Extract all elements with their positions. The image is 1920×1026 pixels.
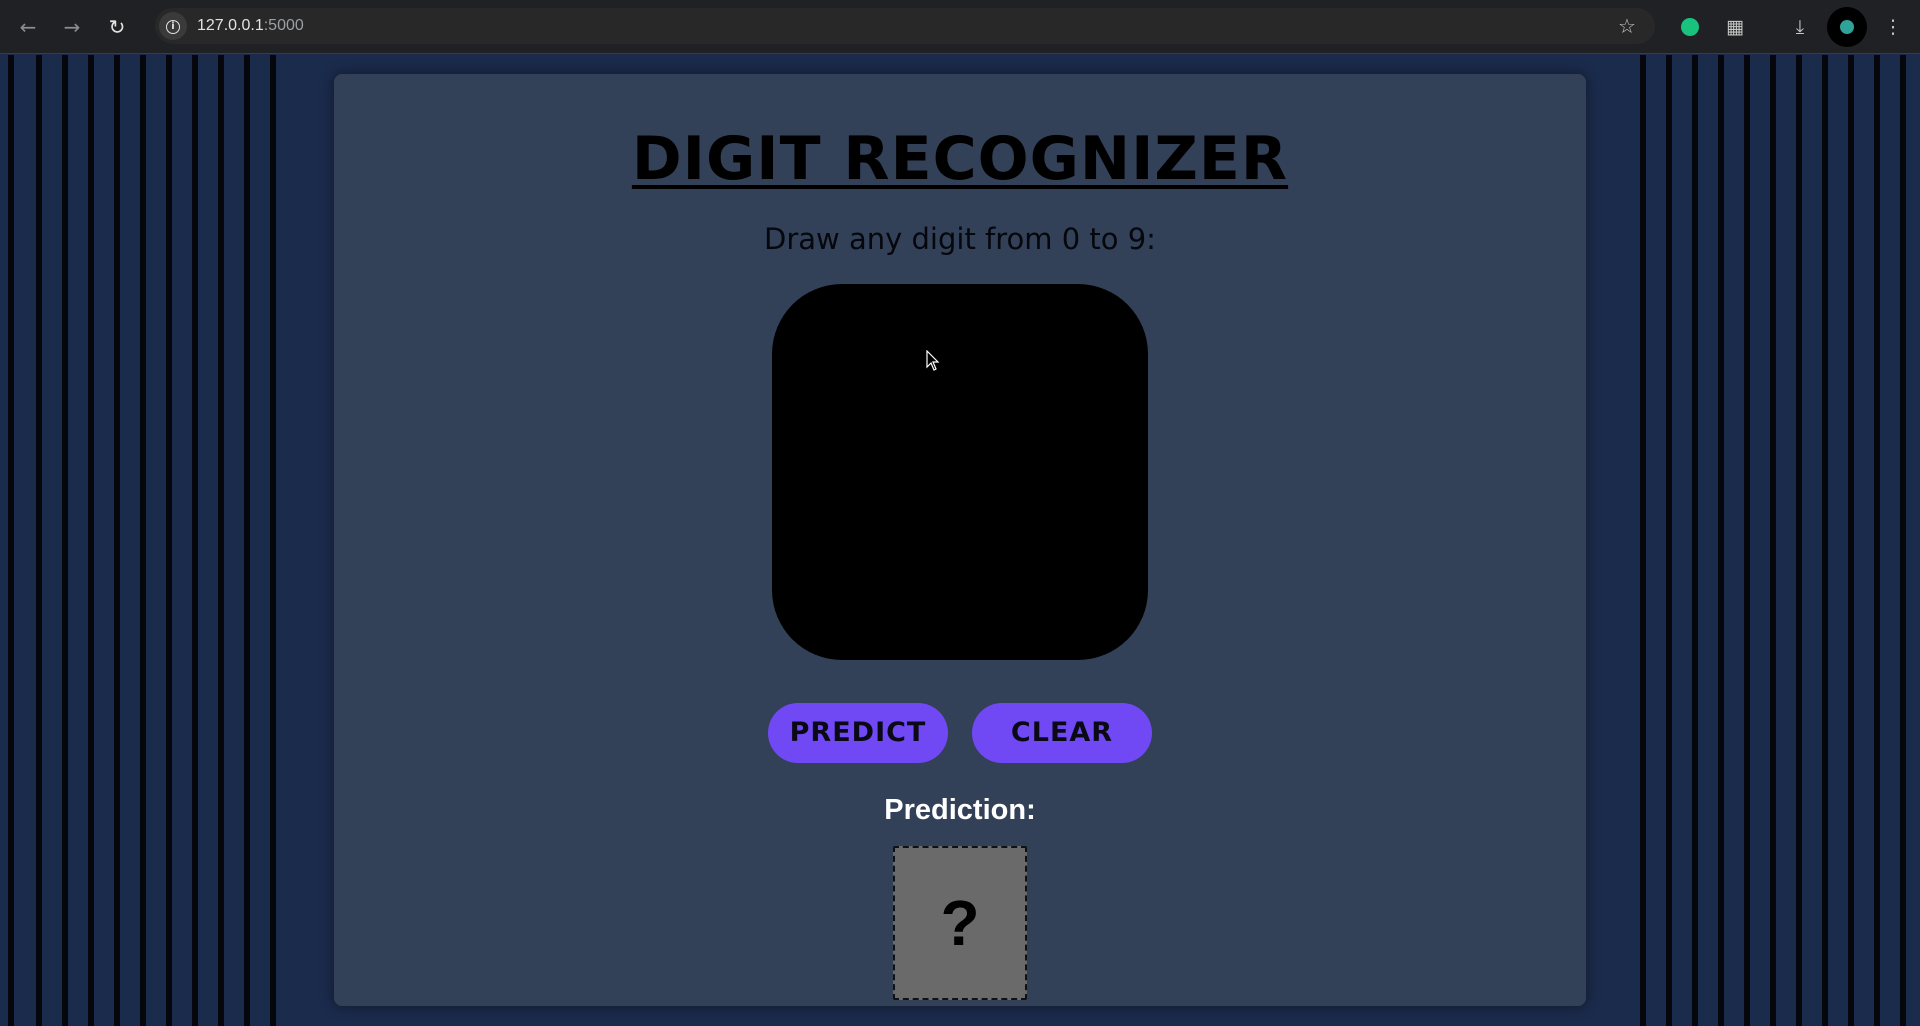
page-background: DIGIT RECOGNIZER Draw any digit from 0 t… <box>0 55 1920 1026</box>
background-stripe <box>1874 55 1880 1026</box>
background-stripe <box>1796 55 1802 1026</box>
background-stripe <box>270 55 276 1026</box>
forward-icon[interactable]: → <box>58 13 86 41</box>
kebab-menu-icon[interactable]: ⋮ <box>1879 13 1907 41</box>
background-stripe <box>1822 55 1828 1026</box>
site-info-icon[interactable]: i <box>159 12 187 40</box>
background-stripe <box>1848 55 1854 1026</box>
background-stripe <box>88 55 94 1026</box>
clear-button[interactable]: CLEAR <box>972 703 1152 763</box>
background-stripe <box>62 55 68 1026</box>
back-icon[interactable]: ← <box>14 13 42 41</box>
background-stripe <box>1900 55 1906 1026</box>
instruction-text: Draw any digit from 0 to 9: <box>764 222 1156 256</box>
main-card: DIGIT RECOGNIZER Draw any digit from 0 t… <box>334 74 1586 1006</box>
background-stripe <box>1718 55 1724 1026</box>
background-stripe <box>1666 55 1672 1026</box>
background-stripe <box>192 55 198 1026</box>
chatgpt-extension-icon[interactable] <box>1676 13 1704 41</box>
url-text[interactable]: 127.0.0.1:5000 <box>197 8 304 44</box>
reload-icon[interactable]: ↻ <box>103 13 131 41</box>
drawing-canvas[interactable] <box>772 284 1148 660</box>
avatar[interactable] <box>1827 7 1867 47</box>
background-stripe <box>8 55 14 1026</box>
background-stripe <box>114 55 120 1026</box>
star-icon[interactable]: ☆ <box>1613 12 1641 40</box>
background-stripe <box>1640 55 1646 1026</box>
background-stripe <box>166 55 172 1026</box>
puzzle-icon[interactable]: ▦ <box>1721 13 1749 41</box>
background-stripe <box>218 55 224 1026</box>
background-stripe <box>1744 55 1750 1026</box>
browser-toolbar: ← → ↻ i 127.0.0.1:5000 ☆ ▦ ⤓ ⋮ <box>0 0 1920 54</box>
background-stripe <box>1770 55 1776 1026</box>
mouse-cursor-icon <box>926 350 940 371</box>
background-stripe <box>36 55 42 1026</box>
page-title: DIGIT RECOGNIZER <box>631 124 1289 194</box>
background-stripe <box>1692 55 1698 1026</box>
background-stripe <box>244 55 250 1026</box>
address-bar[interactable]: i 127.0.0.1:5000 ☆ <box>155 8 1655 44</box>
predict-button[interactable]: PREDICT <box>768 703 948 763</box>
prediction-result: ? <box>893 846 1027 1000</box>
prediction-label: Prediction: <box>884 794 1036 826</box>
download-icon[interactable]: ⤓ <box>1786 13 1814 41</box>
background-stripe <box>140 55 146 1026</box>
